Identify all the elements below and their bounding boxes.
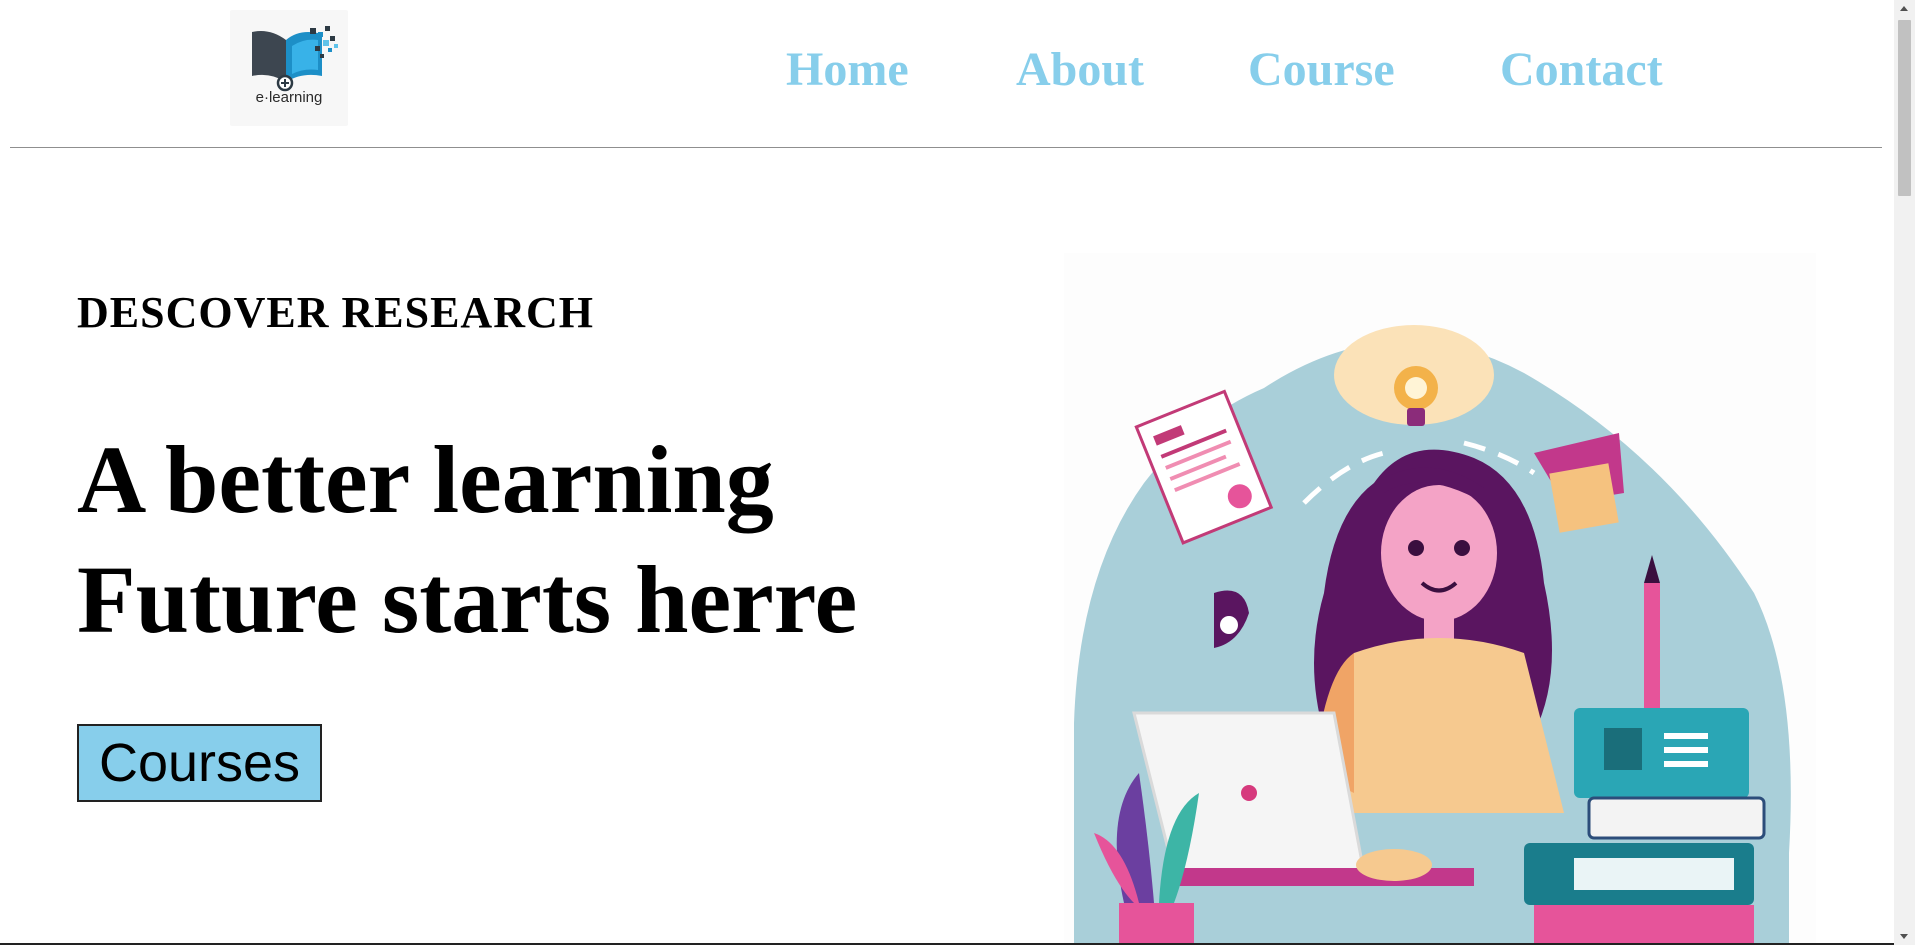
hero-eyebrow: DESCOVER RESEARCH xyxy=(77,288,594,337)
nav-link-home[interactable]: Home xyxy=(786,40,909,100)
courses-button[interactable]: Courses xyxy=(77,724,322,802)
scroll-down-arrow-icon[interactable] xyxy=(1900,934,1908,939)
nav-link-about[interactable]: About xyxy=(1016,40,1144,100)
main-nav: Home About Course Contact xyxy=(0,40,1894,100)
vertical-scrollbar[interactable] xyxy=(1894,0,1915,945)
nav-link-contact[interactable]: Contact xyxy=(1500,40,1663,100)
nav-link-course[interactable]: Course xyxy=(1248,40,1395,100)
hero-illustration xyxy=(1064,253,1816,945)
scroll-up-arrow-icon[interactable] xyxy=(1900,6,1908,11)
headline-line-1: A better learning xyxy=(77,426,774,533)
scrollbar-thumb[interactable] xyxy=(1898,20,1911,196)
header-divider xyxy=(10,147,1882,148)
page: e·learning Home About Course Contact DES… xyxy=(0,0,1894,945)
hero-headline: A better learning Future starts herre xyxy=(77,420,857,660)
headline-line-2: Future starts herre xyxy=(77,546,858,653)
